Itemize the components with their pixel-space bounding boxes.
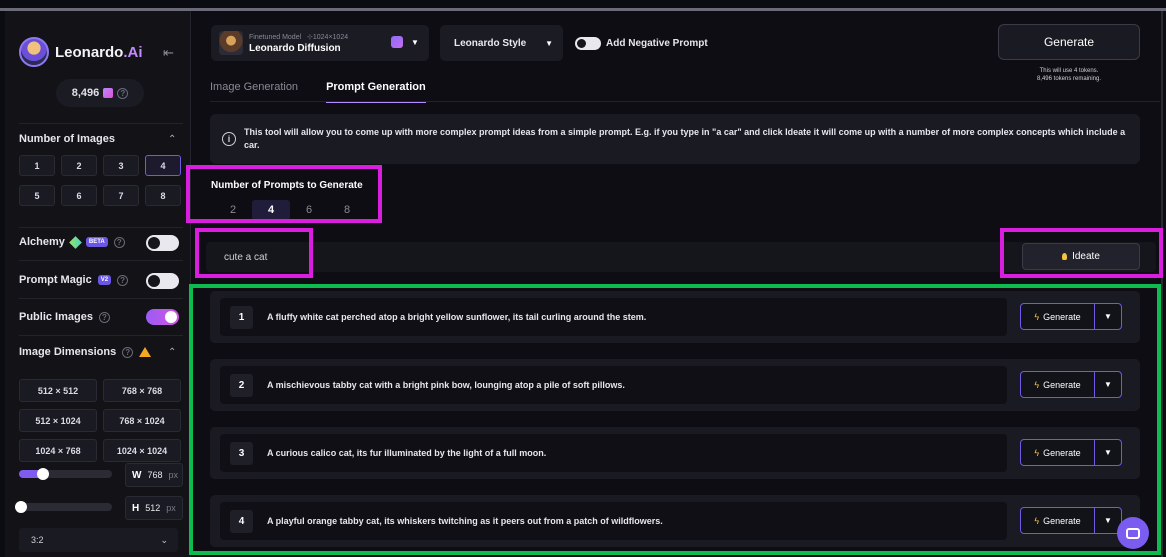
logo[interactable]: Leonardo.Ai [19, 37, 143, 67]
help-icon[interactable]: ? [117, 87, 129, 99]
info-box: i This tool will allow you to come up wi… [210, 114, 1140, 164]
number-of-images-label: Number of Images [19, 133, 115, 145]
negative-prompt-toggle[interactable] [575, 37, 601, 50]
public-images-row: Public Images ? [19, 311, 110, 323]
chevron-up-icon[interactable]: ⌃ [168, 134, 176, 145]
token-balance[interactable]: 8,496 ? [56, 79, 144, 107]
divider [19, 298, 183, 299]
width-value: 768 [147, 470, 163, 480]
height-label: H [132, 502, 140, 514]
num-images-option[interactable]: 5 [19, 185, 55, 206]
num-images-option[interactable]: 6 [61, 185, 97, 206]
prompt-magic-label: Prompt Magic [19, 274, 92, 286]
unit-label: px [166, 503, 176, 513]
dimension-option[interactable]: 512 × 1024 [19, 409, 97, 432]
image-dimensions-row: Image Dimensions ? [19, 346, 152, 358]
info-icon: i [222, 132, 236, 146]
height-slider-knob[interactable] [15, 501, 27, 513]
dimension-option[interactable]: 1024 × 768 [19, 439, 97, 462]
divider [19, 335, 183, 336]
model-size: 1024×1024 [312, 33, 349, 41]
num-images-grid: 1 2 3 4 5 6 7 8 [19, 155, 183, 206]
num-images-option[interactable]: 7 [103, 185, 139, 206]
divider [19, 123, 183, 124]
num-images-option[interactable]: 3 [103, 155, 139, 176]
v2-badge: V2 [97, 275, 112, 285]
dimension-option[interactable]: 512 × 512 [19, 379, 97, 402]
num-images-option[interactable]: 2 [61, 155, 97, 176]
model-thumbnail [219, 31, 243, 55]
chevron-down-icon: ⌄ [160, 534, 168, 545]
width-slider-knob[interactable] [37, 468, 49, 480]
help-icon[interactable]: ? [122, 346, 134, 358]
highlight-ideate-button [1000, 228, 1163, 278]
model-name: Leonardo Diffusion [249, 42, 341, 54]
alchemy-toggle[interactable] [146, 235, 179, 251]
num-images-option[interactable]: 8 [145, 185, 181, 206]
help-icon[interactable]: ? [113, 236, 125, 248]
divider [19, 260, 183, 261]
token-icon [103, 88, 114, 98]
panel-edge [1161, 11, 1163, 557]
width-label: W [132, 469, 142, 481]
caret-down-icon[interactable]: ▼ [411, 38, 419, 47]
style-value: Leonardo Style [454, 37, 527, 49]
tokens-remaining-note: 8,496 tokens remaining. [1036, 76, 1102, 82]
image-dimensions-label: Image Dimensions [19, 346, 117, 358]
public-images-label: Public Images [19, 311, 93, 323]
tab-image-generation[interactable]: Image Generation [210, 81, 298, 103]
model-select[interactable]: Finetuned Model ⊹1024×1024 Leonardo Diff… [211, 25, 429, 61]
width-input[interactable]: W 768 px [125, 463, 183, 487]
alchemy-row: Alchemy BETA ? [19, 235, 125, 249]
unit-label: px [168, 470, 178, 480]
num-images-option[interactable]: 1 [19, 155, 55, 176]
tabs-divider [210, 101, 1160, 102]
highlight-prompt-input [195, 228, 313, 278]
aspect-ratio-value: 3:2 [31, 535, 44, 545]
highlight-prompt-count [186, 165, 382, 223]
sidebar: Leonardo.Ai ⇤ 8,496 ? Number of Images ⌃… [5, 11, 191, 557]
model-edit-icon[interactable] [391, 36, 403, 48]
brand-name: Leonardo.Ai [55, 43, 143, 61]
help-icon[interactable]: ? [98, 311, 110, 323]
alchemy-label: Alchemy [19, 236, 65, 248]
generate-button[interactable]: Generate [998, 24, 1140, 60]
height-slider[interactable] [15, 501, 112, 513]
dimension-grid: 512 × 512 768 × 768 512 × 1024 768 × 102… [19, 379, 183, 462]
token-note: This will use 4 tokens. 8,496 tokens rem… [998, 67, 1140, 83]
beta-badge: BETA [85, 237, 108, 247]
caret-down-icon: ▼ [545, 38, 553, 48]
dimension-option[interactable]: 768 × 768 [103, 379, 181, 402]
warning-icon [139, 347, 152, 357]
divider [19, 227, 183, 228]
prompt-magic-toggle[interactable] [146, 273, 179, 289]
collapse-sidebar-icon[interactable]: ⇤ [163, 45, 174, 61]
negative-prompt-label: Add Negative Prompt [606, 38, 708, 49]
num-images-option-selected[interactable]: 4 [145, 155, 181, 176]
help-icon[interactable]: ? [117, 274, 129, 286]
logo-avatar-icon [19, 37, 49, 67]
token-usage-note: This will use 4 tokens. [1039, 68, 1099, 74]
chevron-up-icon[interactable]: ⌃ [168, 347, 176, 358]
highlight-results [189, 284, 1161, 555]
tab-bar: Image Generation Prompt Generation [210, 81, 426, 103]
token-count: 8,496 [71, 87, 100, 99]
wand-icon [68, 235, 82, 249]
style-select[interactable]: Leonardo Style ▼ [440, 25, 563, 61]
height-input[interactable]: H 512 px [125, 496, 183, 520]
width-slider[interactable] [19, 468, 112, 480]
public-images-toggle[interactable] [146, 309, 179, 325]
chat-support-icon[interactable] [1117, 517, 1149, 549]
dimension-option[interactable]: 1024 × 1024 [103, 439, 181, 462]
info-text: This tool will allow you to come up with… [244, 127, 1126, 150]
tab-prompt-generation[interactable]: Prompt Generation [326, 81, 426, 103]
height-value: 512 [145, 503, 161, 513]
dimension-option[interactable]: 768 × 1024 [103, 409, 181, 432]
prompt-magic-row: Prompt Magic V2 ? [19, 274, 129, 286]
model-subtitle: Finetuned Model [249, 33, 302, 41]
aspect-ratio-select[interactable]: 3:2 ⌄ [19, 528, 178, 552]
